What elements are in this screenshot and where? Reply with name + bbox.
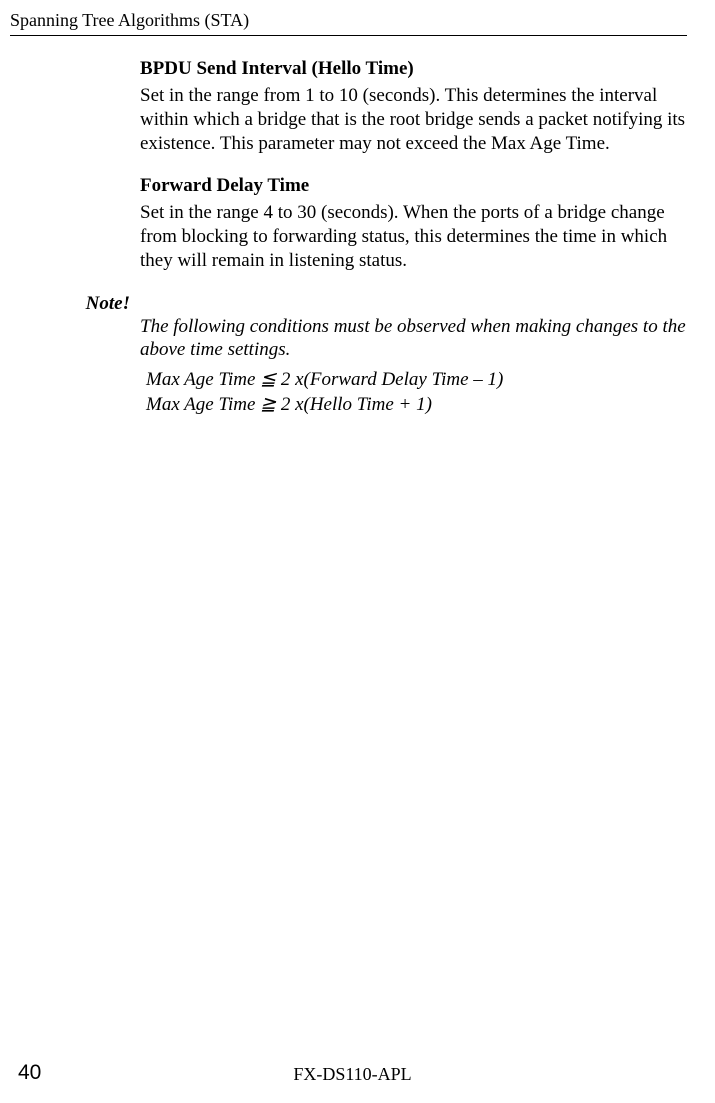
note-body: The following conditions must be observe… (140, 293, 687, 363)
footer-document-id: FX-DS110-APL (293, 1064, 411, 1085)
section-heading-bpdu: BPDU Send Interval (Hello Time) (140, 58, 687, 80)
section-body-bpdu: Set in the range from 1 to 10 (seconds).… (140, 84, 687, 155)
note-conditions: Max Age Time ≦ 2 x(Forward Delay Time – … (146, 368, 687, 417)
section-heading-forward-delay: Forward Delay Time (140, 175, 687, 197)
page-header: Spanning Tree Algorithms (STA) (10, 10, 687, 36)
section-body-forward-delay: Set in the range 4 to 30 (seconds). When… (140, 201, 687, 272)
condition-1: Max Age Time ≦ 2 x(Forward Delay Time – … (146, 368, 687, 393)
content-area: BPDU Send Interval (Hello Time) Set in t… (140, 58, 687, 273)
note-label: Note! (10, 293, 140, 315)
condition-2: Max Age Time ≧ 2 x(Hello Time + 1) (146, 393, 687, 418)
note-block: Note! The following conditions must be o… (10, 293, 687, 363)
page-footer: 40 FX-DS110-APL (0, 1061, 715, 1085)
page-number: 40 (18, 1061, 41, 1085)
